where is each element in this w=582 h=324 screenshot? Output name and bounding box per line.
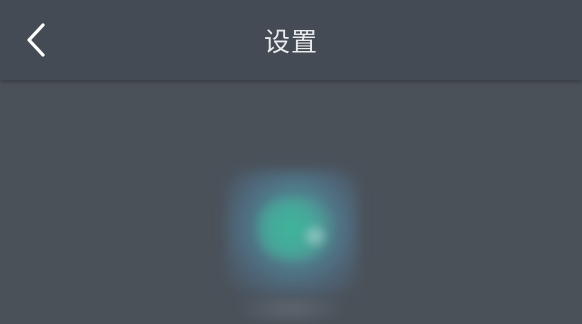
app-logo-highlight — [300, 222, 330, 250]
settings-screen: 设置 — [0, 0, 582, 324]
top-nav-bar: 设置 — [0, 0, 582, 80]
back-button[interactable] — [14, 18, 58, 62]
page-title: 设置 — [263, 28, 318, 58]
app-logo-reflection — [236, 298, 346, 324]
chevron-left-icon — [27, 23, 45, 57]
